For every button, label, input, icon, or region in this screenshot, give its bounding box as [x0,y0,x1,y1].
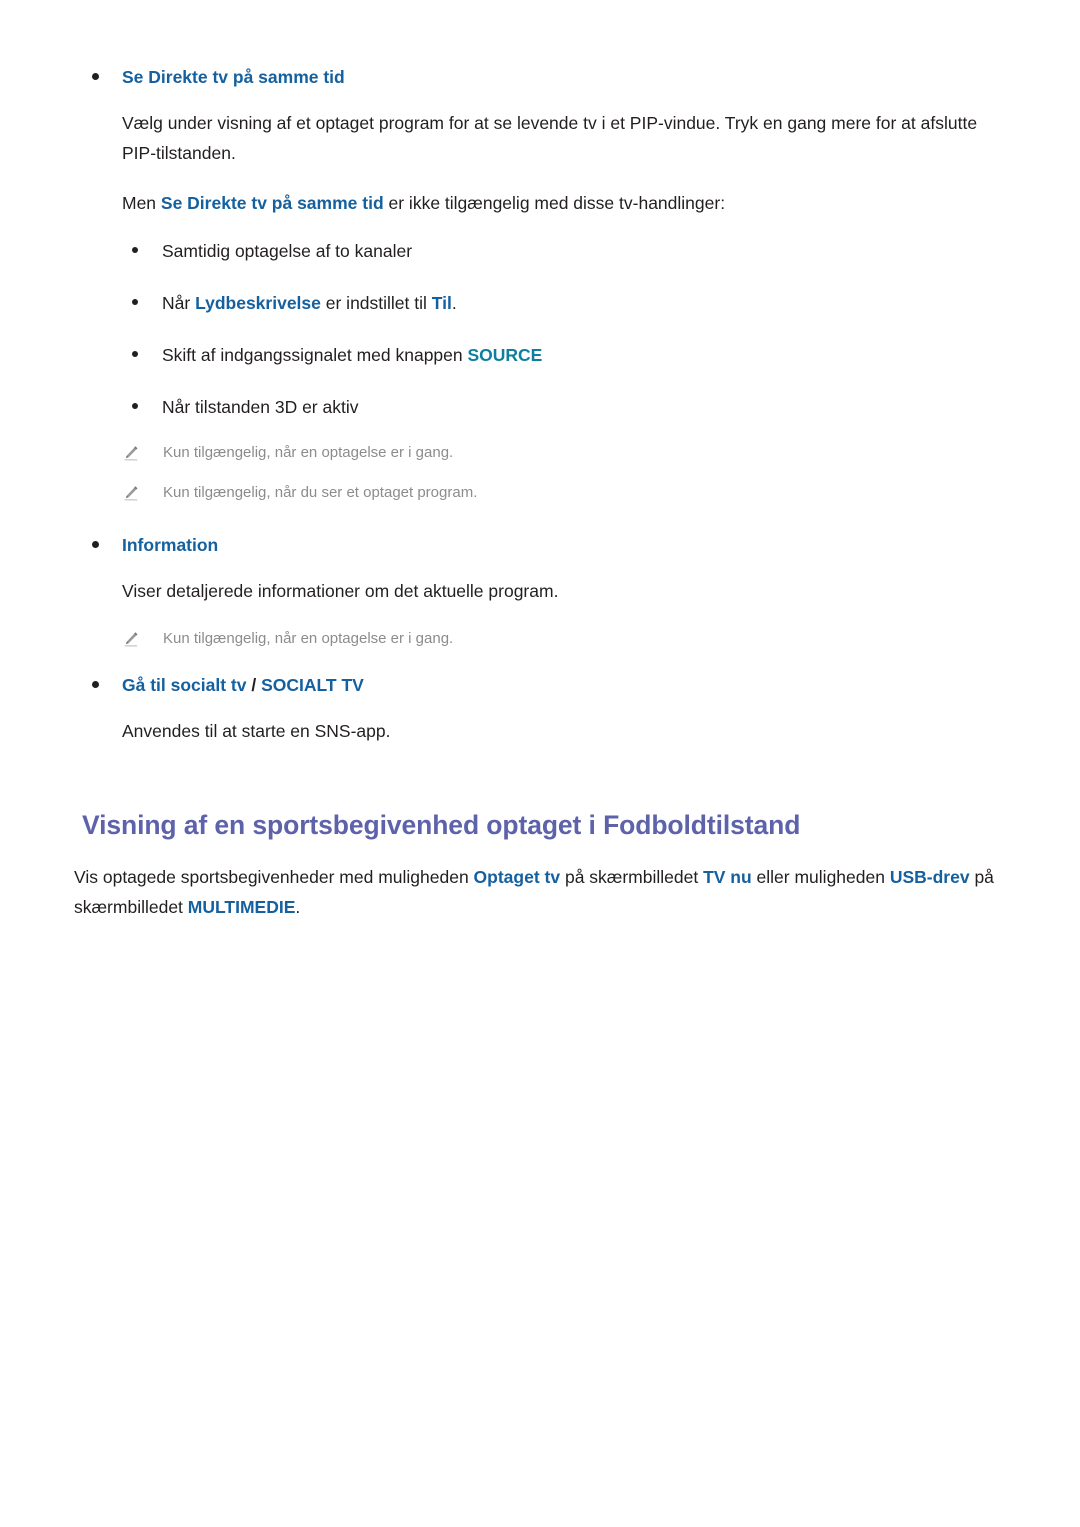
restriction-item-term-audio-description: Lydbeskrivelse [195,293,321,313]
restriction-item-label: Samtidig optagelse af to kanaler [162,241,413,261]
restriction-item-term-on: Til [431,293,452,313]
bullet-dot-icon [132,247,138,253]
term-multimedie: MULTIMEDIE [187,897,296,917]
section-live-tv-same-time: Se Direkte tv på samme tid Vælg under vi… [0,62,1080,506]
paragraph-part-5: . [295,897,301,917]
bullet-heading-information: Information [0,530,1080,560]
paragraph-part-1: Vis optagede sportsbegivenheder med muli… [74,867,474,887]
restriction-item-lead: Skift af indgangssignalet med knappen [162,345,468,365]
paragraph-part-3: eller muligheden [751,867,890,887]
bullet-heading-label: Information [122,535,219,555]
restriction-item-mid: er indstillet til [320,293,432,313]
restriction-intro-tail: er ikke tilgængelig med disse tv-handlin… [383,193,726,213]
bullet-dot-icon [92,73,99,80]
live-tv-description-text: Vælg under visning af et optaget program… [122,113,978,163]
restriction-item-simultaneous-recording: Samtidig optagelse af to kanaler [0,236,1080,266]
bullet-heading-live-tv-same-time: Se Direkte tv på samme tid [0,62,1080,92]
bullet-heading-label: Se Direkte tv på samme tid [122,67,345,87]
pencil-icon [122,630,140,648]
restriction-intro-lead: Men [122,193,161,213]
page-section-paragraph: Vis optagede sportsbegivenheder med muli… [0,862,1080,922]
document-page: Se Direkte tv på samme tid Vælg under vi… [0,0,1080,1527]
top-spacer [0,0,1080,62]
bullet-dot-icon [132,403,138,409]
note-text: Kun tilgængelig, når en optagelse er i g… [163,630,454,647]
restriction-item-audio-description: Når Lydbeskrivelse er indstillet til Til… [0,288,1080,318]
information-description: Viser detaljerede informationer om det a… [0,576,1080,606]
note-row-recording-in-progress: Kun tilgængelig, når en optagelse er i g… [0,440,1080,466]
live-tv-description: Vælg under visning af et optaget program… [0,108,1080,168]
restriction-intro-term: Se Direkte tv på samme tid [160,193,384,213]
social-tv-description-text: Anvendes til at starte en SNS-app. [122,721,391,741]
section-social-tv: Gå til socialt tv / SOCIALT TV Anvendes … [0,670,1080,746]
social-tv-label-part1: Gå til socialt tv [122,675,247,695]
restriction-item-tail: . [451,293,457,313]
restriction-item-label: Når tilstanden 3D er aktiv [162,397,359,417]
term-optaget-tv: Optaget tv [473,867,561,887]
page-section-title: Visning af en sportsbegivenhed optaget i… [0,808,1080,842]
social-tv-label-part2: SOCIALT TV [261,675,364,695]
paragraph-part-2: på skærmbilledet [560,867,704,887]
social-tv-label-separator: / [246,675,262,695]
social-tv-description: Anvendes til at starte en SNS-app. [0,716,1080,746]
pencil-icon [122,484,140,502]
information-description-text: Viser detaljerede informationer om det a… [122,581,559,601]
restriction-item-term-source: SOURCE [467,345,543,365]
term-tv-nu: TV nu [703,867,752,887]
note-row-information-recording-in-progress: Kun tilgængelig, når en optagelse er i g… [0,626,1080,652]
section-information: Information Viser detaljerede informatio… [0,530,1080,652]
term-usb-drev: USB-drev [889,867,970,887]
bullet-dot-icon [132,299,138,305]
bullet-dot-icon [132,351,138,357]
note-row-watching-recorded-program: Kun tilgængelig, når du ser et optaget p… [0,480,1080,506]
restriction-intro: Men Se Direkte tv på samme tid er ikke t… [0,188,1080,218]
restriction-item-source-button: Skift af indgangssignalet med knappen SO… [0,340,1080,370]
note-text: Kun tilgængelig, når du ser et optaget p… [163,484,478,501]
bullet-dot-icon [92,541,99,548]
page-section-title-text: Visning af en sportsbegivenhed optaget i… [82,810,801,840]
note-text: Kun tilgængelig, når en optagelse er i g… [163,444,454,461]
pencil-icon [122,444,140,462]
restriction-item-3d-mode: Når tilstanden 3D er aktiv [0,392,1080,422]
restriction-item-lead: Når [162,293,196,313]
bullet-dot-icon [92,681,99,688]
bullet-heading-social-tv: Gå til socialt tv / SOCIALT TV [0,670,1080,700]
